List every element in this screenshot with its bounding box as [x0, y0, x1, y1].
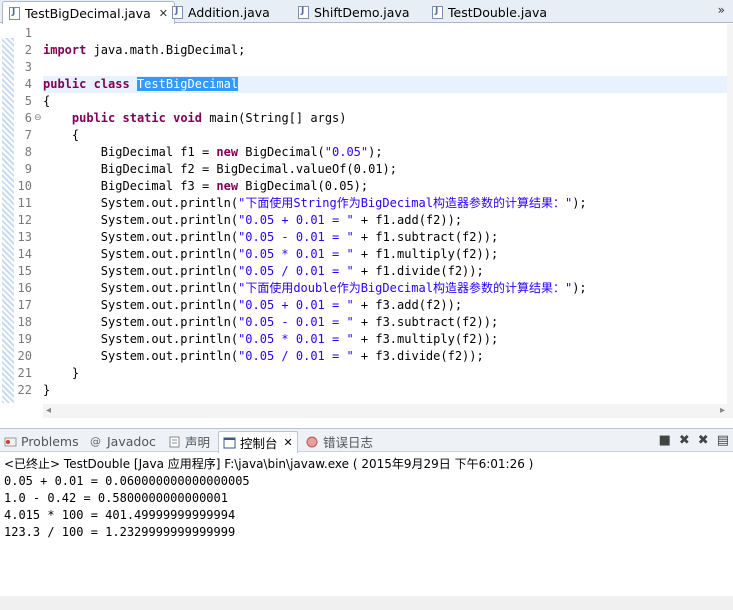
- code-line: BigDecimal f3 = new BigDecimal(0.05);: [43, 179, 369, 193]
- tab-javadoc[interactable]: @ Javadoc: [90, 432, 156, 451]
- line-number: 9: [24, 162, 32, 176]
- line-number: 7: [24, 128, 32, 142]
- code-line: import java.math.BigDecimal;: [43, 43, 246, 57]
- console-horizontal-scrollbar[interactable]: [0, 596, 733, 610]
- line-number: 6: [24, 111, 32, 125]
- code-line: public class TestBigDecimal: [43, 77, 239, 91]
- line-number: 11: [17, 196, 32, 210]
- java-file-icon: [432, 5, 443, 19]
- console-status-line: <已终止> TestDouble [Java 应用程序] F:\java\bin…: [4, 457, 534, 471]
- horizontal-scrollbar[interactable]: ◂ ▸: [43, 404, 733, 418]
- console-output-line: 1.0 - 0.42 = 0.5800000000000001: [4, 491, 228, 505]
- code-line: }: [43, 383, 51, 397]
- terminate-icon[interactable]: ■: [659, 433, 671, 448]
- tab-testdouble[interactable]: TestDouble.java: [426, 1, 553, 23]
- scroll-left-icon[interactable]: ◂: [46, 404, 51, 418]
- tab-label: TestDouble.java: [448, 4, 548, 20]
- tab-error-log[interactable]: 错误日志: [306, 432, 373, 451]
- vertical-scrollbar[interactable]: [727, 24, 733, 404]
- selected-text[interactable]: TestBigDecimal: [136, 77, 239, 91]
- code-line: System.out.println("0.05 * 0.01 = " + f3…: [43, 332, 499, 346]
- line-number: 21: [17, 366, 32, 380]
- java-file-icon: [9, 6, 20, 20]
- code-text-area[interactable]: import java.math.BigDecimal; public clas…: [43, 24, 727, 404]
- tab-label: 错误日志: [323, 435, 374, 450]
- scroll-right-icon[interactable]: ▸: [720, 404, 725, 418]
- code-line: System.out.println("0.05 * 0.01 = " + f1…: [43, 247, 499, 261]
- problems-icon: [4, 436, 17, 448]
- console-output-line: 4.015 * 100 = 401.49999999999994: [4, 508, 236, 522]
- annotation-ruler: [0, 24, 16, 404]
- code-line: public static void main(String[] args): [71, 111, 347, 125]
- code-line: System.out.println("下面使用double作为BigDecim…: [43, 281, 587, 295]
- line-number: 3: [24, 60, 32, 74]
- line-number: 2: [24, 43, 32, 57]
- line-number: 20: [17, 349, 32, 363]
- code-line: System.out.println("0.05 / 0.01 = " + f1…: [43, 264, 484, 278]
- tab-shiftdemo[interactable]: ShiftDemo.java: [292, 1, 416, 23]
- tab-console[interactable]: 控制台 ✕: [218, 431, 298, 453]
- change-ruler-band: [2, 38, 14, 403]
- console-output[interactable]: 0.05 + 0.01 = 0.060000000000000005 1.0 -…: [4, 473, 250, 541]
- console-output-line: 123.3 / 100 = 1.2329999999999999: [4, 525, 236, 539]
- line-number: 12: [17, 213, 32, 227]
- tab-testbigdecimal[interactable]: TestBigDecimal.java ✕: [2, 1, 175, 24]
- error-log-icon: [306, 436, 319, 448]
- editor-tab-bar: TestBigDecimal.java ✕ Addition.java Shif…: [0, 0, 733, 24]
- tab-label: ShiftDemo.java: [314, 4, 410, 20]
- code-line: System.out.println("0.05 / 0.01 = " + f3…: [43, 349, 484, 363]
- code-line: BigDecimal f2 = BigDecimal.valueOf(0.01)…: [43, 162, 398, 176]
- line-number: 4: [24, 77, 32, 91]
- code-line: }: [43, 366, 80, 380]
- code-editor[interactable]: 1 2 3 4 5 6 7 8 9 10 11 12 13 14 15 16 1…: [0, 24, 733, 418]
- code-line: System.out.println("0.05 + 0.01 = " + f1…: [43, 213, 463, 227]
- console-toolbar: ■ ✖ ✖ ▤: [659, 433, 729, 448]
- console-icon: [223, 437, 236, 449]
- code-line: {: [43, 94, 51, 108]
- remove-all-terminated-icon[interactable]: ✖: [698, 433, 709, 448]
- tab-label: Javadoc: [107, 434, 156, 449]
- tab-label: Problems: [21, 434, 79, 449]
- line-number: 19: [17, 332, 32, 346]
- code-line: System.out.println("0.05 + 0.01 = " + f3…: [43, 298, 463, 312]
- bottom-panel-tabs: Problems @ Javadoc 声明 控制台 ✕ 错误日志 ■ ✖ ✖ ▤: [0, 428, 733, 453]
- tab-problems[interactable]: Problems: [4, 432, 79, 451]
- line-number: 14: [17, 247, 32, 261]
- tab-addition[interactable]: Addition.java: [166, 1, 276, 23]
- declaration-icon: [168, 436, 181, 448]
- code-line: {: [43, 128, 80, 142]
- tab-label: TestBigDecimal.java: [25, 5, 151, 21]
- tab-label: 声明: [185, 435, 211, 450]
- console-output-line: 0.05 + 0.01 = 0.060000000000000005: [4, 474, 250, 488]
- line-number: 16: [17, 281, 32, 295]
- line-number: 1: [24, 26, 32, 40]
- line-number: 5: [24, 94, 32, 108]
- fold-collapse-icon[interactable]: ⊖: [34, 110, 42, 127]
- close-icon[interactable]: ✕: [284, 436, 293, 449]
- line-number: 8: [24, 145, 32, 159]
- tab-label: 控制台: [240, 436, 278, 451]
- javadoc-icon: @: [90, 434, 101, 448]
- tab-declaration[interactable]: 声明: [168, 432, 210, 451]
- java-file-icon: [298, 5, 309, 19]
- code-line: System.out.println("0.05 - 0.01 = " + f3…: [43, 315, 499, 329]
- line-number: 22: [17, 383, 32, 397]
- code-line: BigDecimal f1 = new BigDecimal("0.05");: [43, 145, 383, 159]
- java-file-icon: [172, 5, 183, 19]
- line-number: 15: [17, 264, 32, 278]
- tab-label: Addition.java: [188, 4, 270, 20]
- line-number: 18: [17, 315, 32, 329]
- code-line: System.out.println("0.05 - 0.01 = " + f1…: [43, 230, 499, 244]
- line-number-gutter: 1 2 3 4 5 6 7 8 9 10 11 12 13 14 15 16 1…: [16, 24, 42, 404]
- remove-launch-icon[interactable]: ✖: [679, 433, 690, 448]
- line-number: 13: [17, 230, 32, 244]
- tab-overflow-icon[interactable]: »: [718, 3, 725, 17]
- line-number: 10: [17, 179, 32, 193]
- clear-console-icon[interactable]: ▤: [717, 433, 729, 448]
- code-line: System.out.println("下面使用String作为BigDecim…: [43, 196, 587, 210]
- line-number: 17: [17, 298, 32, 312]
